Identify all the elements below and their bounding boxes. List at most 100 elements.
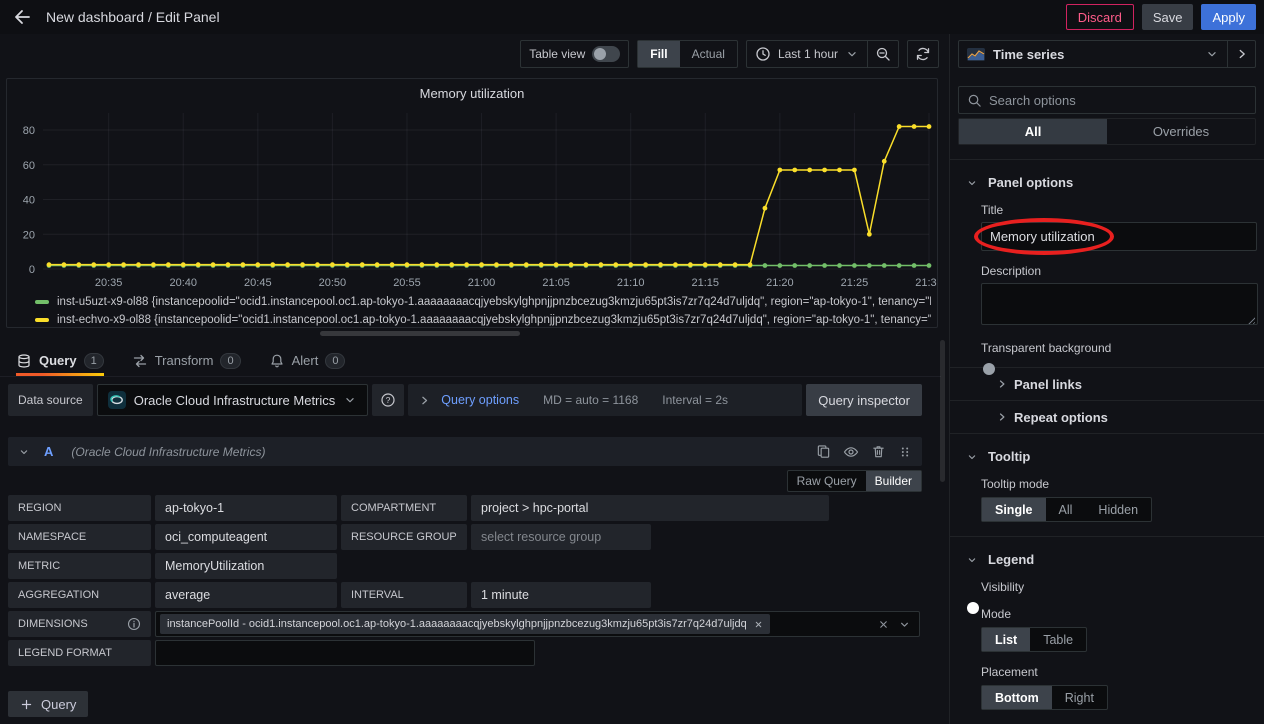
angle-right-icon (996, 411, 1008, 423)
time-range-picker[interactable]: Last 1 hour (747, 46, 867, 62)
tooltip-mode-single[interactable]: Single (982, 498, 1046, 521)
legend-format-field-label: LEGEND FORMAT (8, 640, 151, 666)
interval-text: Interval = 2s (662, 393, 728, 407)
delete-query-button[interactable] (871, 444, 886, 459)
chevron-down-icon (966, 554, 978, 566)
query-options-bar[interactable]: Query options MD = auto = 1168 Interval … (408, 384, 802, 416)
options-sidebar: Time series All Overrides Panel options … (949, 34, 1264, 724)
tab-transform[interactable]: Transform 0 (132, 345, 241, 376)
database-icon (16, 353, 32, 369)
discard-button[interactable]: Discard (1066, 4, 1134, 30)
svg-text:60: 60 (23, 160, 35, 172)
legend-item[interactable]: inst-u5uzt-x9-ol88 {instancepoolid="ocid… (35, 293, 931, 311)
tab-alert[interactable]: Alert 0 (269, 345, 346, 376)
dimensions-select[interactable]: instancePoolId - ocid1.instancepool.oc1.… (155, 611, 920, 637)
interval-select[interactable]: 1 minute (471, 582, 651, 608)
remove-dimension-button[interactable] (754, 620, 763, 629)
legend-placement-right[interactable]: Right (1052, 686, 1107, 709)
trash-icon (871, 444, 886, 459)
legend-swatch (35, 318, 49, 322)
legend-mode-label: Mode (981, 607, 1248, 621)
eye-icon (843, 444, 859, 460)
help-icon: ? (380, 392, 396, 408)
svg-text:20: 20 (23, 229, 35, 241)
legend-visibility-label: Visibility (981, 580, 1248, 594)
options-search-box (958, 86, 1256, 114)
page-title: New dashboard / Edit Panel (46, 9, 220, 25)
tooltip-mode-group: Single All Hidden (981, 497, 1152, 522)
svg-text:0: 0 (29, 264, 35, 276)
legend-placement-bottom[interactable]: Bottom (982, 686, 1052, 709)
legend-mode-table[interactable]: Table (1030, 628, 1086, 651)
title-label: Title (981, 203, 1248, 217)
tab-all[interactable]: All (959, 119, 1107, 144)
region-select[interactable]: ap-tokyo-1 (155, 495, 337, 521)
aggregation-field-label: AGGREGATION (8, 582, 151, 608)
svg-text:21:05: 21:05 (542, 277, 570, 289)
timeseries-viz-icon (967, 48, 985, 61)
options-tabs: All Overrides (958, 118, 1256, 145)
zoom-out-time-button[interactable] (868, 41, 898, 67)
clear-dimensions-button[interactable] (878, 619, 889, 630)
panel-options-header[interactable]: Panel options (950, 160, 1264, 190)
panel-toolbar: Table view Fill Actual Last 1 hour (520, 40, 939, 68)
duplicate-query-button[interactable] (816, 444, 831, 459)
query-datasource-hint: (Oracle Cloud Infrastructure Metrics) (71, 445, 806, 459)
actual-option[interactable]: Actual (680, 41, 737, 67)
save-button[interactable]: Save (1142, 4, 1194, 30)
tooltip-mode-all[interactable]: All (1046, 498, 1086, 521)
panel-title-input[interactable] (981, 222, 1257, 251)
back-button[interactable] (8, 3, 36, 31)
chevron-down-icon (18, 446, 30, 458)
tab-overrides[interactable]: Overrides (1107, 119, 1255, 144)
panel-description-input[interactable] (981, 283, 1258, 325)
bell-icon (269, 353, 285, 369)
compartment-select[interactable]: project > hpc-portal (471, 495, 829, 521)
datasource-picker[interactable]: Oracle Cloud Infrastructure Metrics (97, 384, 369, 416)
namespace-select[interactable]: oci_computeagent (155, 524, 337, 550)
raw-query-option[interactable]: Raw Query (788, 471, 866, 491)
apply-button[interactable]: Apply (1201, 4, 1256, 30)
fill-option[interactable]: Fill (638, 41, 679, 67)
add-query-button[interactable]: Query (8, 691, 88, 717)
legend-section-header[interactable]: Legend (950, 537, 1264, 567)
query-inspector-button[interactable]: Query inspector (806, 384, 922, 416)
table-view-toggle[interactable] (592, 46, 620, 62)
visualization-name: Time series (993, 47, 1064, 62)
plus-icon (20, 698, 33, 711)
close-icon (754, 620, 763, 629)
transparent-background-label: Transparent background (981, 341, 1248, 355)
clock-icon (755, 46, 771, 62)
refresh-button[interactable] (908, 41, 938, 67)
angle-right-icon (996, 378, 1008, 390)
metric-select[interactable]: MemoryUtilization (155, 553, 337, 579)
chevron-down-icon (845, 47, 859, 61)
resource-group-select[interactable]: select resource group (471, 524, 651, 550)
collapse-options-pane-button[interactable] (1228, 40, 1256, 68)
query-a-header[interactable]: A (Oracle Cloud Infrastructure Metrics) (8, 437, 922, 466)
legend-mode-list[interactable]: List (982, 628, 1030, 651)
hide-query-button[interactable] (843, 444, 859, 460)
tooltip-mode-hidden[interactable]: Hidden (1085, 498, 1151, 521)
horizontal-scrollbar[interactable] (320, 331, 520, 336)
tab-query[interactable]: Query 1 (16, 345, 104, 376)
legend-format-input[interactable] (155, 640, 535, 666)
builder-option[interactable]: Builder (866, 471, 921, 491)
svg-text:21:20: 21:20 (766, 277, 794, 289)
memory-utilization-chart[interactable]: 02040608020:3520:4020:4520:5020:5521:002… (7, 105, 937, 291)
tooltip-section-header[interactable]: Tooltip (950, 434, 1264, 464)
angle-right-icon (1235, 47, 1249, 61)
svg-text:21:10: 21:10 (617, 277, 645, 289)
legend-item[interactable]: inst-echvo-x9-ol88 {instancepoolid="ocid… (35, 311, 931, 328)
repeat-options-section[interactable]: Repeat options (950, 400, 1264, 433)
aggregation-select[interactable]: average (155, 582, 337, 608)
options-search-input[interactable] (989, 93, 1247, 108)
datasource-help-button[interactable]: ? (372, 384, 404, 416)
dimension-chip: instancePoolId - ocid1.instancepool.oc1.… (160, 614, 770, 634)
drag-handle[interactable] (898, 445, 912, 459)
raw-builder-toggle: Raw Query Builder (787, 470, 922, 492)
dimension-chip-text: instancePoolId - ocid1.instancepool.oc1.… (167, 618, 747, 630)
visualization-picker[interactable]: Time series (958, 40, 1228, 68)
panel-links-section[interactable]: Panel links (950, 367, 1264, 400)
open-dimensions-dropdown[interactable] (898, 618, 911, 631)
